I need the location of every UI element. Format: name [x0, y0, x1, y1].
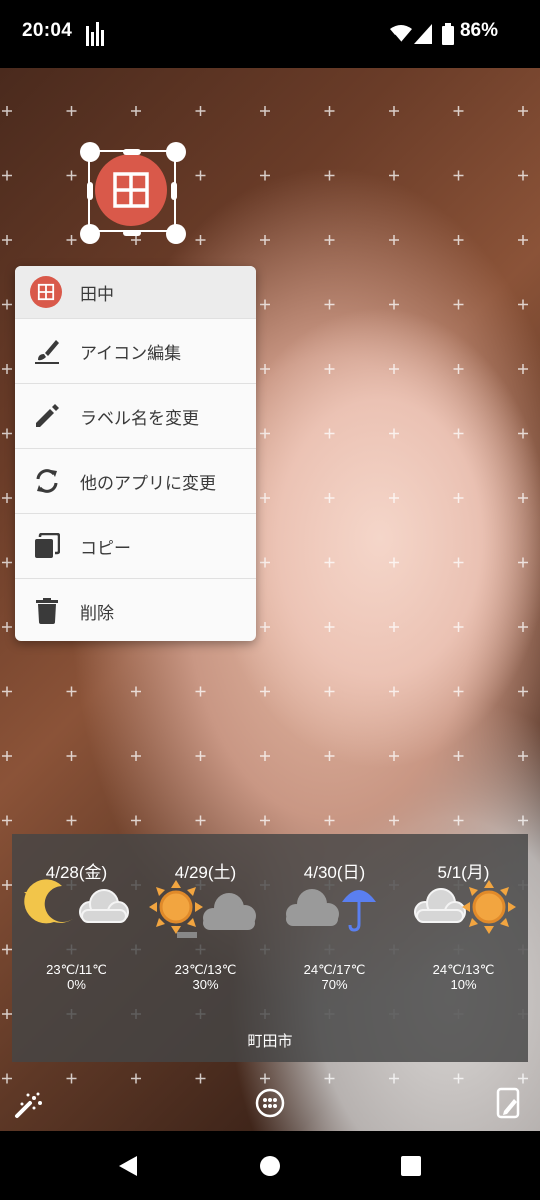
forecast-day: 4/29(土) 23℃/13℃ 30% — [141, 834, 270, 1009]
edit-home-button[interactable] — [494, 1087, 524, 1119]
contact-glyph-icon — [113, 172, 149, 208]
menu-item-label: 他のアプリに変更 — [80, 473, 216, 494]
wifi-icon — [390, 25, 412, 43]
forecast-temp: 24℃/13℃ — [432, 962, 495, 977]
battery-icon — [442, 23, 454, 45]
home-edit-effects-button[interactable] — [14, 1090, 44, 1120]
menu-item-label: アイコン編集 — [80, 343, 182, 364]
resize-handle-left[interactable] — [87, 182, 93, 200]
menu-header-label: 田中 — [80, 284, 114, 305]
signal-bars-notification-icon — [86, 22, 104, 46]
menu-item-delete[interactable]: 削除 — [15, 578, 256, 641]
cloud-umbrella-icon — [286, 889, 376, 932]
forecast-day: 4/30(日) 24℃/17℃ 70% — [270, 834, 399, 1009]
menu-header: 田中 — [15, 266, 256, 318]
status-bar: 20:04 86% — [0, 0, 540, 68]
contact-mini-icon — [30, 276, 62, 308]
forecast-precip: 0% — [67, 977, 86, 992]
forecast-day: 4/28(金) 23℃/11℃ 0% — [12, 834, 141, 1009]
battery-percent: 86% — [459, 20, 498, 41]
menu-item-edit-icon[interactable]: アイコン編集 — [15, 318, 256, 383]
cell-signal-icon — [414, 24, 432, 44]
home-circle-icon — [260, 1155, 280, 1176]
status-time: 20:04 — [22, 20, 73, 41]
resize-handle-bottom[interactable] — [123, 230, 141, 236]
forecast-temp: 23℃/13℃ — [174, 962, 237, 977]
pencil-icon — [32, 401, 62, 431]
navigation-bar — [0, 1131, 540, 1200]
resize-handle-bottom-left[interactable] — [80, 224, 100, 244]
forecast-temp: 23℃/11℃ — [46, 962, 107, 977]
forecast-precip: 30% — [192, 977, 219, 992]
moon-cloud-icon — [24, 879, 129, 924]
weather-city: 町田市 — [247, 1032, 293, 1050]
forecast-precip: 70% — [321, 977, 348, 992]
brush-icon — [32, 336, 62, 366]
app-drawer-button[interactable] — [255, 1088, 285, 1118]
weather-widget[interactable]: 4/28(金) 23℃/11℃ 0% 4/29(土) 23℃/13℃ 30% 4… — [12, 834, 528, 1062]
menu-item-copy[interactable]: コピー — [15, 513, 256, 578]
icon-context-menu: 田中 アイコン編集 ラベル名を変更 他のアプリに変更 コピー 削除 — [15, 266, 256, 641]
trash-icon — [32, 596, 62, 626]
sun-cloud-icon — [149, 880, 256, 938]
nav-back-button[interactable] — [98, 1131, 158, 1200]
back-triangle-icon — [119, 1155, 137, 1176]
recents-square-icon — [401, 1155, 421, 1176]
resize-handle-bottom-right[interactable] — [166, 224, 186, 244]
app-icon-tanaka[interactable] — [95, 154, 167, 226]
resize-handle-right[interactable] — [171, 182, 177, 200]
nav-recents-button[interactable] — [381, 1131, 441, 1200]
menu-item-rename-label[interactable]: ラベル名を変更 — [15, 383, 256, 448]
copy-icon — [32, 531, 62, 561]
forecast-temp: 24℃/17℃ — [303, 962, 366, 977]
resize-handle-top-left[interactable] — [80, 142, 100, 162]
phone-edit-icon — [496, 1087, 520, 1119]
nav-home-button[interactable] — [240, 1131, 300, 1200]
cloud-sun-icon — [414, 880, 516, 934]
menu-item-label: ラベル名を変更 — [80, 408, 199, 429]
menu-item-change-app[interactable]: 他のアプリに変更 — [15, 448, 256, 513]
app-drawer-icon — [255, 1088, 285, 1118]
selected-app-icon[interactable] — [80, 142, 186, 244]
menu-item-label: 削除 — [80, 603, 114, 624]
resize-handle-top-right[interactable] — [166, 142, 186, 162]
forecast-precip: 10% — [450, 977, 477, 992]
forecast-day: 5/1(月) 24℃/13℃ 10% — [399, 834, 528, 1009]
magic-wand-icon — [15, 1092, 42, 1118]
swap-icon — [32, 466, 62, 496]
resize-handle-top[interactable] — [123, 149, 141, 155]
menu-item-label: コピー — [80, 538, 131, 559]
